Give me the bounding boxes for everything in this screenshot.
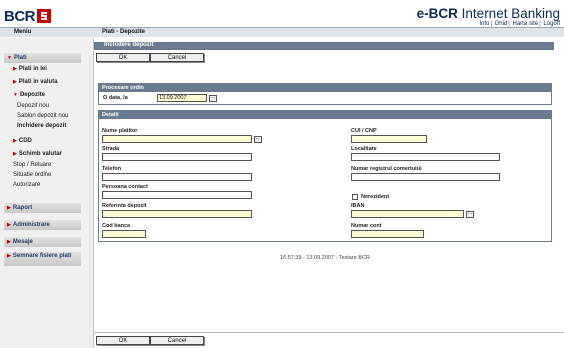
brand-title: e-BCR Internet Banking bbox=[417, 6, 560, 21]
caret-right-icon: ▶ bbox=[7, 222, 11, 228]
telefon-input[interactable] bbox=[102, 173, 252, 181]
bcr-logo-icon bbox=[37, 9, 51, 23]
sidebar-item-label: Plati in valuta bbox=[18, 79, 58, 85]
caret-right-icon: ▶ bbox=[7, 205, 11, 211]
sidebar-item-sablon[interactable]: Sablon depozit nou bbox=[17, 113, 68, 119]
sidebar-section-raport[interactable]: ▶ Raport bbox=[4, 203, 81, 213]
nr-registru-label: Numar registrul comertului bbox=[351, 166, 422, 172]
sidebar-item-situatie[interactable]: Situatie ordine bbox=[13, 172, 51, 178]
cancel-button-top[interactable]: Cancel bbox=[150, 53, 204, 62]
caret-right-icon: ▶ bbox=[7, 253, 11, 259]
persoana-contact-label: Persoana contact bbox=[102, 184, 148, 190]
caret-right-icon: ▶ bbox=[13, 138, 17, 144]
numar-cont-input[interactable] bbox=[351, 230, 424, 238]
cui-cnp-input[interactable] bbox=[351, 135, 427, 143]
strada-label: Strada bbox=[102, 146, 120, 152]
sidebar-item-depozit-nou[interactable]: Depozit nou bbox=[17, 103, 49, 109]
sidebar-section-label: Administrare bbox=[12, 222, 50, 228]
sidebar-item-plati-lei[interactable]: ▶ Plati in lei bbox=[13, 66, 47, 72]
page-title: Inchidere depozit bbox=[104, 42, 154, 48]
date-input[interactable]: 13.09.2007 bbox=[157, 94, 207, 102]
nr-registru-input[interactable] bbox=[351, 173, 500, 181]
sidebar-item-autorizare[interactable]: Autorizare bbox=[13, 182, 40, 188]
nume-platitor-label: Nume platitor bbox=[102, 128, 138, 134]
ok-button-bottom[interactable]: OK bbox=[96, 336, 150, 345]
cancel-button-bottom[interactable]: Cancel bbox=[150, 336, 204, 345]
bcr-logo: BCR bbox=[4, 4, 51, 28]
sidebar-section-label: Raport bbox=[12, 205, 33, 211]
numar-cont-label: Numar cont bbox=[351, 223, 382, 229]
iban-label: IBAN bbox=[351, 203, 365, 209]
strada-input[interactable] bbox=[102, 153, 252, 161]
sidebar-item-label: Depozite bbox=[19, 92, 45, 98]
sidebar-item-inchidere[interactable]: Inchidere depozit bbox=[17, 123, 66, 129]
caret-down-icon: ▼ bbox=[7, 55, 12, 61]
sidebar-section-label: Semnare fisiere plati bbox=[12, 253, 72, 259]
sidebar-section-label: Mesaje bbox=[12, 239, 33, 245]
date-label: O data, la bbox=[103, 95, 128, 101]
localitate-label: Localitate bbox=[351, 146, 377, 152]
procesare-ordin-heading: Procesare ordin bbox=[99, 84, 551, 92]
caret-right-icon: ▶ bbox=[7, 239, 11, 245]
caret-right-icon: ▶ bbox=[13, 151, 17, 157]
page-title-bar: Inchidere depozit bbox=[94, 42, 554, 50]
nerezident-checkbox[interactable] bbox=[352, 194, 358, 200]
sidebar-item-label: Plati in lei bbox=[18, 66, 47, 72]
sidebar-section-semnare[interactable]: ▶ Semnare fisiere plati bbox=[4, 252, 81, 266]
sidebar-section-administrare[interactable]: ▶ Administrare bbox=[4, 220, 81, 230]
menu-label: Meniu bbox=[14, 29, 32, 35]
cod-banca-label: Cod banca bbox=[102, 223, 131, 229]
telefon-label: Telefon bbox=[102, 166, 122, 172]
detalii-heading: Detalii bbox=[99, 111, 551, 119]
sidebar-item-schimb[interactable]: ▶ Schimb valutar bbox=[13, 151, 62, 157]
nerezident-label: Nerezident bbox=[361, 194, 390, 200]
brand-suffix: Internet Banking bbox=[461, 6, 560, 21]
sidebar: ▼ Plati ▶ Plati in lei ▶ Plati in valuta ▼ D… bbox=[0, 38, 94, 348]
localitate-input[interactable] bbox=[351, 153, 500, 161]
sidebar-item-label: Schimb valutar bbox=[18, 151, 62, 157]
bottom-divider bbox=[94, 332, 564, 333]
caret-down-icon: ▼ bbox=[13, 92, 18, 98]
menu-bar: Meniu Plati - Depozite bbox=[0, 28, 564, 37]
iban-input[interactable] bbox=[351, 210, 464, 218]
brand-prefix: e-BCR bbox=[416, 6, 458, 21]
caret-right-icon: ▶ bbox=[13, 79, 17, 85]
logo-text: BCR bbox=[4, 7, 36, 25]
referinta-label: Referinta depozit bbox=[102, 203, 147, 209]
cod-banca-input[interactable] bbox=[102, 230, 146, 238]
sidebar-item-cdd[interactable]: ▶ CDD bbox=[13, 138, 32, 144]
breadcrumb: Plati - Depozite bbox=[102, 29, 146, 35]
sidebar-item-plati-valuta[interactable]: ▶ Plati in valuta bbox=[13, 79, 58, 85]
iban-lookup-button[interactable]: ... bbox=[466, 211, 474, 218]
sidebar-item-label: CDD bbox=[18, 138, 32, 144]
sidebar-section-mesaje[interactable]: ▶ Mesaje bbox=[4, 237, 81, 247]
caret-right-icon: ▶ bbox=[13, 66, 17, 72]
cui-cnp-label: CUI / CNP bbox=[351, 128, 377, 134]
footer-timestamp: 16:57:39 - 13.09.2007 - Testare BCR bbox=[280, 255, 370, 261]
sidebar-item-depozite[interactable]: ▼ Depozite bbox=[13, 92, 45, 98]
ok-button-top[interactable]: OK bbox=[96, 53, 150, 62]
persoana-contact-input[interactable] bbox=[102, 191, 252, 199]
calendar-picker-button[interactable]: ... bbox=[209, 95, 217, 102]
nume-platitor-lookup-button[interactable]: ... bbox=[254, 136, 262, 143]
sidebar-section-label: Plati bbox=[13, 55, 27, 61]
sidebar-section-plati[interactable]: ▼ Plati bbox=[4, 53, 81, 63]
referinta-input[interactable] bbox=[102, 210, 252, 218]
sidebar-item-stop[interactable]: Stop / Reluare bbox=[13, 162, 51, 168]
nume-platitor-input[interactable] bbox=[102, 135, 252, 143]
